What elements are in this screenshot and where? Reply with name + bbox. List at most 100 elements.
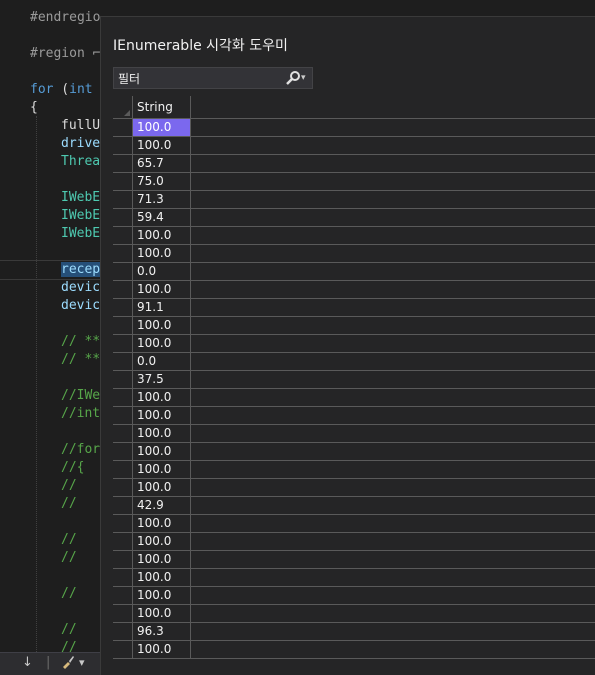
- table-row[interactable]: 71.3: [113, 191, 595, 209]
- grid-cell[interactable]: 71.3: [133, 191, 191, 208]
- row-header[interactable]: [113, 569, 133, 586]
- row-header[interactable]: [113, 173, 133, 190]
- table-row[interactable]: 37.5: [113, 371, 595, 389]
- data-grid[interactable]: String 100.0 100.0 65.7 75.0 71.3 59.4 100.0 10…: [113, 96, 595, 659]
- row-header[interactable]: [113, 299, 133, 316]
- grid-cell[interactable]: 100.0: [133, 227, 191, 244]
- chevron-down-icon[interactable]: ▾: [301, 72, 311, 84]
- row-header[interactable]: [113, 191, 133, 208]
- table-row[interactable]: 100.0: [113, 515, 595, 533]
- grid-cell[interactable]: 42.9: [133, 497, 191, 514]
- grid-cell[interactable]: 0.0: [133, 353, 191, 370]
- paint-brush-icon[interactable]: [60, 654, 76, 674]
- table-row[interactable]: 100.0: [113, 551, 595, 569]
- table-row[interactable]: 100.0: [113, 119, 595, 137]
- grid-cell[interactable]: 100.0: [133, 569, 191, 586]
- grid-cell[interactable]: 100.0: [133, 605, 191, 622]
- chevron-down-icon[interactable]: ▾: [79, 656, 85, 669]
- table-row[interactable]: 100.0: [113, 605, 595, 623]
- table-row[interactable]: 100.0: [113, 317, 595, 335]
- table-row[interactable]: 100.0: [113, 443, 595, 461]
- row-header[interactable]: [113, 227, 133, 244]
- row-header[interactable]: [113, 533, 133, 550]
- table-row[interactable]: 100.0: [113, 479, 595, 497]
- grid-cell[interactable]: 65.7: [133, 155, 191, 172]
- row-header[interactable]: [113, 209, 133, 226]
- grid-cell[interactable]: 100.0: [133, 119, 191, 136]
- table-row[interactable]: 100.0: [113, 407, 595, 425]
- column-header-string[interactable]: String: [133, 96, 191, 118]
- row-header[interactable]: [113, 317, 133, 334]
- grid-cell[interactable]: 75.0: [133, 173, 191, 190]
- table-row[interactable]: 100.0: [113, 569, 595, 587]
- grid-cell[interactable]: 100.0: [133, 245, 191, 262]
- table-row[interactable]: 0.0: [113, 263, 595, 281]
- row-header[interactable]: [113, 353, 133, 370]
- row-header[interactable]: [113, 497, 133, 514]
- select-all-corner[interactable]: [113, 96, 133, 118]
- code-editor[interactable]: #endregio #region ⌐ for (int { fullU dri…: [0, 0, 100, 652]
- grid-cell[interactable]: 100.0: [133, 389, 191, 406]
- grid-cell[interactable]: 100.0: [133, 335, 191, 352]
- table-row[interactable]: 100.0: [113, 227, 595, 245]
- grid-cell[interactable]: 100.0: [133, 587, 191, 604]
- table-row[interactable]: 0.0: [113, 353, 595, 371]
- row-header[interactable]: [113, 605, 133, 622]
- row-header[interactable]: [113, 281, 133, 298]
- row-header[interactable]: [113, 407, 133, 424]
- table-row[interactable]: 100.0: [113, 389, 595, 407]
- row-header[interactable]: [113, 389, 133, 406]
- table-row[interactable]: 100.0: [113, 461, 595, 479]
- grid-cell[interactable]: 37.5: [133, 371, 191, 388]
- row-header[interactable]: [113, 515, 133, 532]
- table-row[interactable]: 100.0: [113, 137, 595, 155]
- row-header[interactable]: [113, 263, 133, 280]
- row-header[interactable]: [113, 461, 133, 478]
- table-row[interactable]: 65.7: [113, 155, 595, 173]
- grid-cell[interactable]: 100.0: [133, 281, 191, 298]
- row-header[interactable]: [113, 119, 133, 136]
- row-header[interactable]: [113, 371, 133, 388]
- row-header[interactable]: [113, 155, 133, 172]
- grid-cell[interactable]: 100.0: [133, 137, 191, 154]
- table-row[interactable]: 100.0: [113, 281, 595, 299]
- table-row[interactable]: 96.3: [113, 623, 595, 641]
- row-header[interactable]: [113, 641, 133, 658]
- row-header[interactable]: [113, 587, 133, 604]
- table-row[interactable]: 100.0: [113, 587, 595, 605]
- table-row[interactable]: 100.0: [113, 245, 595, 263]
- table-row[interactable]: 100.0: [113, 641, 595, 659]
- table-row[interactable]: 100.0: [113, 425, 595, 443]
- grid-cell[interactable]: 100.0: [133, 407, 191, 424]
- grid-cell[interactable]: 100.0: [133, 425, 191, 442]
- search-icon[interactable]: [285, 70, 301, 86]
- down-arrow-icon[interactable]: ↓: [22, 655, 33, 670]
- row-header[interactable]: [113, 425, 133, 442]
- grid-cell[interactable]: 100.0: [133, 515, 191, 532]
- table-row[interactable]: 75.0: [113, 173, 595, 191]
- table-row[interactable]: 100.0: [113, 533, 595, 551]
- grid-cell[interactable]: 100.0: [133, 443, 191, 460]
- row-header[interactable]: [113, 335, 133, 352]
- row-header[interactable]: [113, 623, 133, 640]
- filter-input[interactable]: 필터 ▾: [113, 67, 313, 89]
- grid-cell[interactable]: 100.0: [133, 461, 191, 478]
- row-header[interactable]: [113, 137, 133, 154]
- table-row[interactable]: 91.1: [113, 299, 595, 317]
- grid-cell[interactable]: 0.0: [133, 263, 191, 280]
- grid-cell[interactable]: 100.0: [133, 479, 191, 496]
- grid-cell[interactable]: 100.0: [133, 533, 191, 550]
- row-header[interactable]: [113, 245, 133, 262]
- table-row[interactable]: 100.0: [113, 335, 595, 353]
- selected-token[interactable]: recep: [61, 262, 100, 277]
- grid-cell[interactable]: 100.0: [133, 551, 191, 568]
- table-row[interactable]: 59.4: [113, 209, 595, 227]
- grid-cell[interactable]: 100.0: [133, 317, 191, 334]
- grid-cell[interactable]: 100.0: [133, 641, 191, 658]
- row-header[interactable]: [113, 551, 133, 568]
- row-header[interactable]: [113, 443, 133, 460]
- grid-cell[interactable]: 96.3: [133, 623, 191, 640]
- row-header[interactable]: [113, 479, 133, 496]
- grid-cell[interactable]: 91.1: [133, 299, 191, 316]
- table-row[interactable]: 42.9: [113, 497, 595, 515]
